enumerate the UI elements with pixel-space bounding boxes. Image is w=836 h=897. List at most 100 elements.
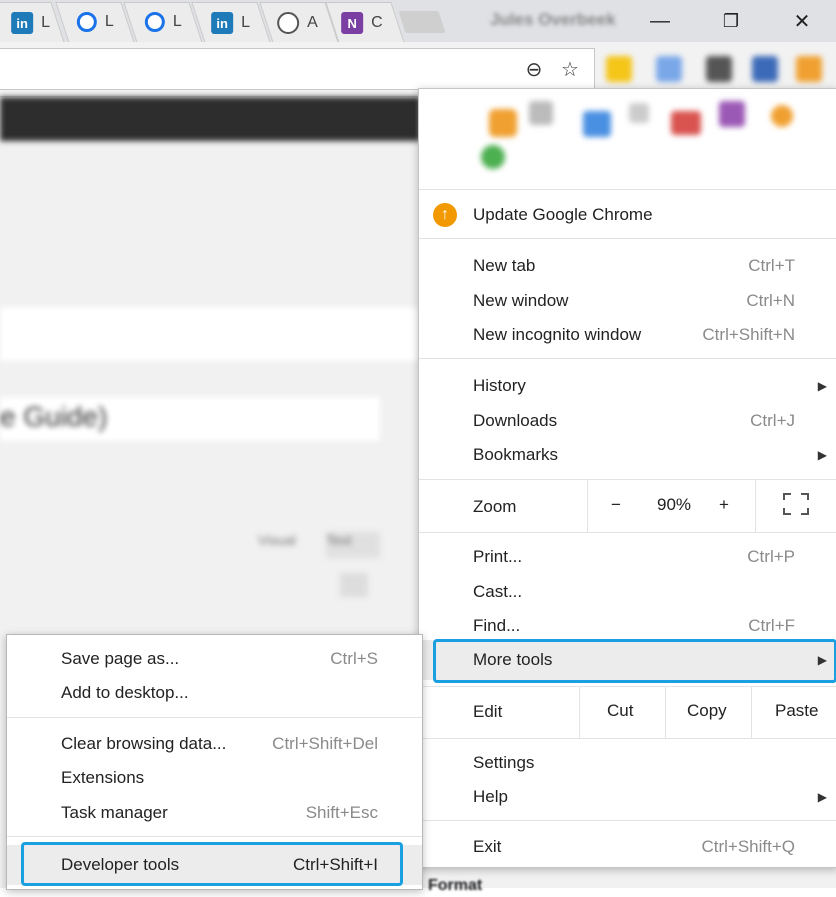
minimize-button[interactable]: — [640,8,680,34]
update-arrow-icon: ↑ [433,203,457,227]
extension-icon[interactable] [752,56,778,82]
page-panel [0,307,420,361]
menu-item-shortcut: Ctrl+T [748,256,795,275]
menu-item-label: New incognito window [473,325,642,344]
tab-title: A [307,14,318,31]
chrome-menu: ↑ Update Google Chrome New tab Ctrl+T Ne… [418,88,836,868]
toolbar-button [340,573,368,597]
submenu-arrow-icon: ▶ [817,448,827,462]
submenu-arrow-icon: ▶ [817,790,827,804]
fullscreen-icon[interactable] [783,493,809,515]
zoom-in-button[interactable]: + [719,495,729,515]
zoom-level: 90% [657,495,692,514]
tab-strip: in L L L in L A N C Jules Overbeek — ❐ ✕ [0,0,836,43]
menu-item-shortcut: Ctrl+F [748,616,795,635]
menu-item-shortcut: Shift+Esc [305,803,378,822]
menu-item-label: Cast... [473,582,523,601]
menu-item-label: Clear browsing data... [61,734,227,753]
menu-item-shortcut: Ctrl+S [330,649,378,668]
menu-item-new-tab[interactable]: New tab Ctrl+T [419,249,836,283]
zoom-out-button[interactable]: − [611,495,621,515]
bookmark-star-icon[interactable]: ☆ [558,57,582,81]
menu-item-save-page[interactable]: Save page as... Ctrl+S [7,642,422,676]
browser-tab[interactable]: in L [191,2,271,43]
more-tools-submenu: Save page as... Ctrl+S Add to desktop...… [6,634,423,890]
extension-icon[interactable] [706,56,732,82]
head-icon [277,12,300,34]
browser-tab[interactable]: L [55,2,135,43]
menu-item-shortcut: Ctrl+N [746,291,795,310]
visual-tab: Visual [258,532,296,548]
app-shortcuts [419,89,836,189]
close-button[interactable]: ✕ [782,8,822,34]
extension-icon[interactable] [606,56,632,82]
target-icon [76,12,97,32]
menu-item-label: Bookmarks [473,445,559,464]
menu-item-label: Extensions [61,768,145,787]
linkedin-icon: in [211,12,234,34]
menu-item-bookmarks[interactable]: Bookmarks ▶ [419,438,836,472]
menu-item-shortcut: Ctrl+J [750,411,795,430]
menu-item-shortcut: Ctrl+Shift+N [702,325,795,344]
restore-button[interactable]: ❐ [711,8,751,34]
menu-item-label: Update Google Chrome [473,205,653,224]
menu-item-find[interactable]: Find... Ctrl+F [419,609,836,643]
copy-button[interactable]: Copy [687,701,727,721]
menu-item-label: New window [473,291,569,310]
menu-item-label: Find... [473,616,521,635]
address-bar[interactable]: ⊖ ☆ [0,48,595,90]
menu-item-label: Add to desktop... [61,683,189,702]
tab-title: L [41,14,51,31]
menu-item-extensions[interactable]: Extensions [7,761,422,795]
browser-tab[interactable]: N C [325,2,405,43]
menu-item-downloads[interactable]: Downloads Ctrl+J [419,404,836,438]
extension-icon[interactable] [796,56,822,82]
menu-item-label: Print... [473,547,523,566]
menu-item-print[interactable]: Print... Ctrl+P [419,540,836,574]
menu-item-label: Zoom [473,497,517,516]
more-tools-highlight [433,639,836,683]
menu-item-incognito[interactable]: New incognito window Ctrl+Shift+N [419,318,836,352]
profile-name[interactable]: Jules Overbeek [490,10,616,30]
menu-item-label: Save page as... [61,649,180,668]
menu-item-label: Help [473,787,508,806]
menu-item-label: New tab [473,256,536,275]
update-chrome-item[interactable]: ↑ Update Google Chrome [419,198,836,232]
menu-item-label: Settings [473,753,535,772]
menu-item-cast[interactable]: Cast... [419,575,836,609]
page-header-bar [0,97,420,141]
menu-item-help[interactable]: Help ▶ [419,780,836,814]
browser-tab[interactable]: L [123,2,203,43]
menu-item-task-manager[interactable]: Task manager Shift+Esc [7,796,422,830]
developer-tools-highlight [21,842,403,886]
extension-icon[interactable] [656,56,682,82]
target-icon [144,12,165,32]
menu-item-zoom: Zoom [419,490,836,524]
paste-button[interactable]: Paste [775,701,818,721]
menu-item-shortcut: Ctrl+Shift+Q [701,837,795,856]
menu-item-label: Downloads [473,411,558,430]
menu-item-settings[interactable]: Settings [419,746,836,780]
tab-title: L [172,13,182,30]
menu-item-exit[interactable]: Exit Ctrl+Shift+Q [419,830,836,864]
cut-button[interactable]: Cut [607,701,633,721]
menu-item-history[interactable]: History ▶ [419,369,836,403]
menu-item-shortcut: Ctrl+Shift+Del [272,734,378,753]
menu-item-label: History [473,376,526,395]
menu-item-clear-browsing-data[interactable]: Clear browsing data... Ctrl+Shift+Del [7,727,422,761]
menu-item-shortcut: Ctrl+P [747,547,795,566]
onenote-icon: N [341,12,364,34]
new-tab-button[interactable] [398,11,446,33]
page-heading: e Guide) [0,397,380,441]
menu-item-label: Exit [473,837,502,856]
menu-item-new-window[interactable]: New window Ctrl+N [419,284,836,318]
menu-item-add-to-desktop[interactable]: Add to desktop... [7,676,422,710]
tab-title: C [371,14,383,31]
tab-title: L [241,14,251,31]
browser-tab[interactable]: in L [0,2,65,43]
text-tab: Text [326,532,380,558]
zoom-icon[interactable]: ⊖ [522,57,546,81]
linkedin-icon: in [11,12,34,34]
submenu-arrow-icon: ▶ [817,379,827,393]
menu-item-label: Edit [473,702,503,721]
